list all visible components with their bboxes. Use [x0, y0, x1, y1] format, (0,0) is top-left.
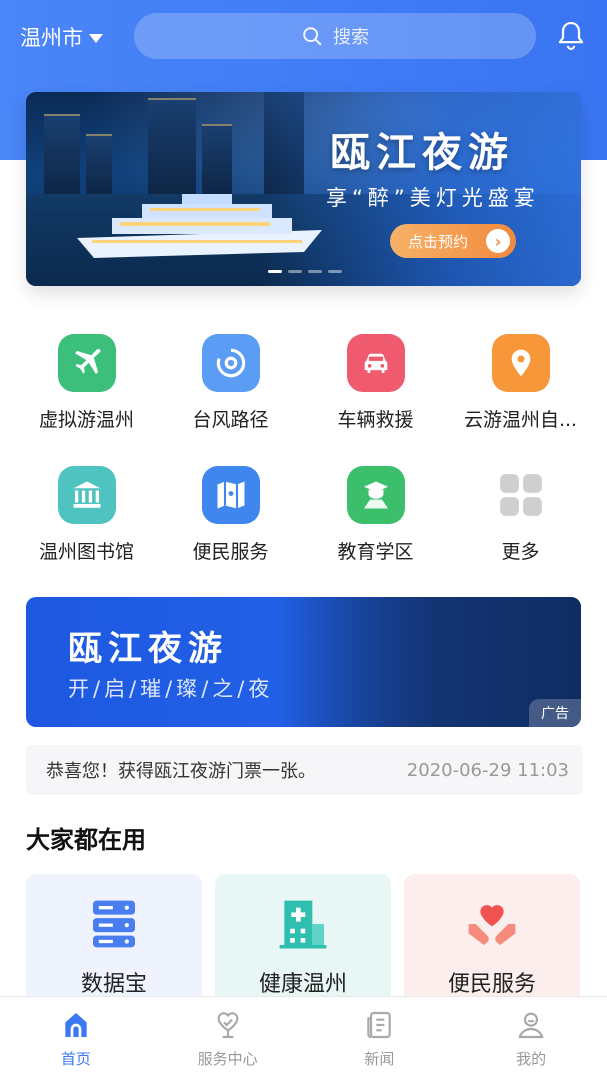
home-icon: [65, 1013, 87, 1037]
notice-time: 2020-06-29 11:03: [406, 759, 569, 781]
ad-badge: 广告: [529, 699, 581, 727]
banner-building: [202, 124, 232, 194]
service-heart-icon: [217, 1012, 239, 1039]
shortcut-library[interactable]: 温州图书馆: [14, 466, 159, 576]
ad-banner[interactable]: 瓯江夜游 开/启/璀/璨/之/夜 广告: [26, 597, 581, 727]
reserve-button[interactable]: 点击预约 ›: [390, 224, 516, 258]
typhoon-icon: [201, 334, 260, 392]
carousel-dot[interactable]: [288, 270, 302, 273]
shortcut-label: 便民服务: [192, 541, 269, 563]
tab-profile[interactable]: 我的: [455, 997, 607, 1080]
banner-title: 瓯江夜游: [330, 130, 514, 176]
notice-message: 恭喜您！获得瓯江夜游门票一张。: [46, 761, 316, 782]
tab-label: 首页: [60, 1050, 91, 1068]
location-pin-icon: [491, 334, 550, 392]
map-icon: [201, 466, 260, 524]
ad-subtitle: 开/启/璀/璨/之/夜: [68, 677, 274, 701]
news-icon: [367, 1011, 392, 1039]
card-label: 数据宝: [80, 972, 147, 997]
shortcut-label: 更多: [501, 541, 540, 563]
ship-illustration: [77, 194, 322, 258]
banner-subtitle: 享“醉”美灯光盛宴: [326, 186, 540, 210]
shortcut-label: 车辆救援: [337, 409, 414, 431]
shortcut-education[interactable]: 教育学区: [303, 466, 448, 576]
search-bar[interactable]: 搜索: [134, 13, 536, 59]
banner-building: [86, 134, 112, 194]
shortcut-convenience[interactable]: 便民服务: [158, 466, 303, 576]
shortcut-label: 温州图书馆: [38, 541, 134, 563]
shortcut-label: 台风路径: [192, 409, 269, 431]
carousel-dots: [268, 270, 342, 273]
city-selector[interactable]: 温州市: [20, 22, 103, 52]
hero-banner[interactable]: 瓯江夜游 享“醉”美灯光盛宴 点击预约 ›: [26, 92, 581, 286]
notice-bar[interactable]: 恭喜您！获得瓯江夜游门票一张。 2020-06-29 11:03: [26, 745, 583, 795]
more-grid-icon: [492, 466, 550, 524]
profile-icon: [518, 1012, 544, 1039]
tab-service-center[interactable]: 服务中心: [152, 997, 304, 1080]
car-icon: [346, 334, 405, 392]
shortcut-label: 虚拟游温州: [38, 409, 134, 431]
city-label: 温州市: [20, 26, 83, 50]
shortcut-cloud-tour[interactable]: 云游温州自...: [448, 334, 593, 444]
shortcut-virtual-tour[interactable]: 虚拟游温州: [14, 334, 159, 444]
airplane-icon: [57, 334, 116, 392]
search-icon: [303, 27, 322, 46]
section-title: 大家都在用: [26, 826, 146, 854]
tab-label: 服务中心: [197, 1050, 258, 1068]
card-convenience[interactable]: 便民服务: [404, 874, 580, 1004]
shortcut-label: 教育学区: [337, 541, 414, 563]
education-icon: [346, 466, 405, 524]
card-data-treasure[interactable]: 数据宝: [26, 874, 202, 1004]
banner-building: [148, 98, 196, 194]
card-health[interactable]: 健康温州: [215, 874, 391, 1004]
carousel-dot[interactable]: [308, 270, 322, 273]
library-icon: [57, 466, 116, 524]
shortcut-typhoon[interactable]: 台风路径: [158, 334, 303, 444]
tab-label: 新闻: [364, 1050, 395, 1068]
carousel-dot[interactable]: [268, 270, 282, 273]
shortcut-more[interactable]: 更多: [448, 466, 593, 576]
header: 温州市 搜索: [0, 0, 607, 76]
database-icon: [93, 900, 135, 948]
search-placeholder: 搜索: [333, 27, 369, 48]
hospital-icon: [279, 900, 327, 949]
shortcut-car-rescue[interactable]: 车辆救援: [303, 334, 448, 444]
heart-hands-icon: [468, 905, 516, 945]
banner-building: [44, 114, 80, 194]
tab-news[interactable]: 新闻: [304, 997, 456, 1080]
ad-title: 瓯江夜游: [68, 629, 228, 669]
card-label: 便民服务: [447, 972, 536, 997]
tab-home[interactable]: 首页: [0, 997, 152, 1080]
shortcut-label: 云游温州自...: [463, 409, 578, 431]
bottom-tab-bar: 首页 服务中心 新闻 我的: [0, 996, 607, 1080]
bell-icon[interactable]: [556, 20, 586, 52]
reserve-button-label: 点击预约: [408, 232, 469, 251]
chevron-right-icon: ›: [486, 229, 510, 253]
carousel-dot[interactable]: [328, 270, 342, 273]
tab-label: 我的: [516, 1050, 547, 1068]
card-label: 健康温州: [258, 972, 347, 997]
caret-down-icon: [89, 33, 103, 43]
